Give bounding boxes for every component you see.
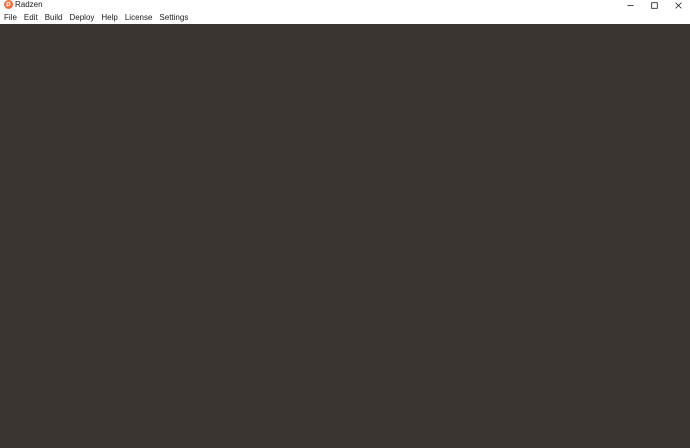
menu-settings[interactable]: Settings [155, 11, 191, 24]
window-title: Radzen [15, 0, 43, 9]
menu-build[interactable]: Build [41, 11, 66, 24]
title-bar[interactable]: Radzen [0, 0, 690, 11]
radzen-logo-icon [4, 0, 13, 9]
close-icon [674, 2, 682, 9]
menu-file[interactable]: File [0, 11, 20, 24]
menu-help[interactable]: Help [97, 11, 120, 24]
menu-bar: File Edit Build Deploy Help License Sett… [0, 11, 690, 24]
app-window: Radzen File Edit Build Deploy Help Licen… [0, 0, 690, 448]
maximize-icon [650, 2, 658, 9]
close-button[interactable] [666, 0, 690, 11]
window-controls [618, 0, 690, 11]
menu-edit[interactable]: Edit [20, 11, 41, 24]
menu-license[interactable]: License [121, 11, 156, 24]
minimize-icon [627, 2, 634, 9]
main-workspace [0, 24, 690, 448]
minimize-button[interactable] [618, 0, 642, 11]
maximize-button[interactable] [642, 0, 666, 11]
menu-deploy[interactable]: Deploy [65, 11, 97, 24]
